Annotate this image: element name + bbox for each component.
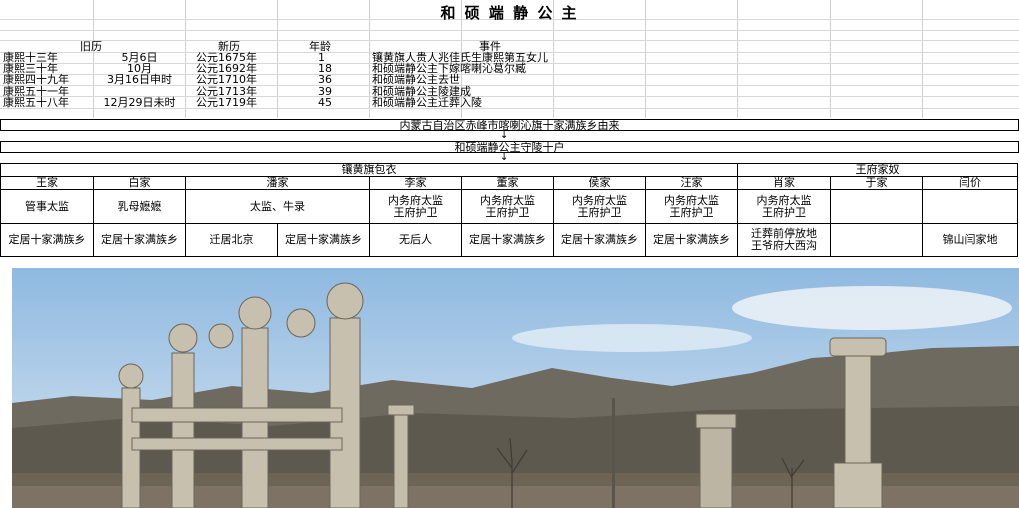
group-header-plain-yellow-banner: 镶黄旗包衣	[0, 163, 738, 177]
timeline-reign-cell: 康熙五十八年	[3, 95, 69, 109]
family-name-cell: 李家	[369, 176, 462, 190]
family-place-cell: 定居十家满族乡	[645, 223, 738, 257]
family-place-cell: 定居十家满族乡	[553, 223, 646, 257]
family-role-cell: 太监、牛录	[185, 189, 370, 224]
family-role-cell: 内务府太监 王府护卫	[369, 189, 462, 224]
family-place-cell: 定居十家满族乡	[0, 223, 94, 257]
family-name-cell: 董家	[461, 176, 554, 190]
family-place-cell: 定居十家满族乡	[93, 223, 186, 257]
down-arrow-icon: ↓	[500, 130, 509, 141]
family-place-cell: 迁葬前停放地 王爷府大西沟	[737, 223, 831, 257]
timeline-date-cell: 3月16日申时	[107, 73, 172, 87]
timeline-age-cell: 45	[318, 95, 332, 109]
family-role-cell: 乳母嬷嬷	[93, 189, 186, 224]
family-name-cell: 王家	[0, 176, 94, 190]
family-place-cell: 锦山闫家地	[921, 223, 1019, 257]
spreadsheet-area: 和 硕 端 静 公 主 旧历 新历 年龄 事件 康熙十三年 5月6日 公元1675年…	[0, 0, 1019, 260]
family-name-cell: 潘家	[185, 176, 370, 190]
group-header-prince-household: 王府家奴	[736, 163, 1019, 177]
mausoleum-photo	[12, 268, 1019, 508]
family-place-cell: 迁居北京	[185, 223, 278, 257]
down-arrow-icon: ↓	[500, 152, 509, 163]
family-role-cell	[921, 189, 1019, 224]
family-name-cell: 肖家	[737, 176, 831, 190]
family-role-cell: 内务府太监 王府护卫	[645, 189, 738, 224]
family-table: 镶黄旗包衣 王府家奴 王家 白家 潘家 李家 董家 侯家 汪家 肖家 于家 闫价…	[0, 163, 1019, 257]
family-name-cell: 侯家	[553, 176, 646, 190]
family-place-cell: 无后人	[369, 223, 462, 257]
timeline-date-cell: 12月29日未时	[103, 95, 176, 109]
family-place-cell	[830, 223, 923, 257]
family-name-cell: 于家	[830, 176, 923, 190]
guardian-households-banner: 和硕端静公主守陵十户	[0, 141, 1019, 153]
origin-banner: 内蒙古自治区赤峰市喀喇沁旗十家满族乡由来	[0, 119, 1019, 131]
timeline-year-cell: 公元1719年	[196, 95, 257, 109]
family-role-cell: 内务府太监 王府护卫	[553, 189, 646, 224]
family-name-cell: 汪家	[645, 176, 738, 190]
family-place-cell: 定居十家满族乡	[461, 223, 554, 257]
family-role-cell: 内务府太监 王府护卫	[461, 189, 554, 224]
timeline-event-cell: 和硕端静公主迁葬入陵	[372, 95, 482, 109]
family-name-cell: 白家	[93, 176, 186, 190]
family-role-cell	[830, 189, 923, 224]
family-role-cell: 内务府太监 王府护卫	[737, 189, 831, 224]
family-place-cell: 定居十家满族乡	[277, 223, 370, 257]
page-title: 和 硕 端 静 公 主	[440, 4, 579, 22]
family-name-cell: 闫价	[921, 176, 1019, 190]
family-role-cell: 管事太监	[0, 189, 94, 224]
